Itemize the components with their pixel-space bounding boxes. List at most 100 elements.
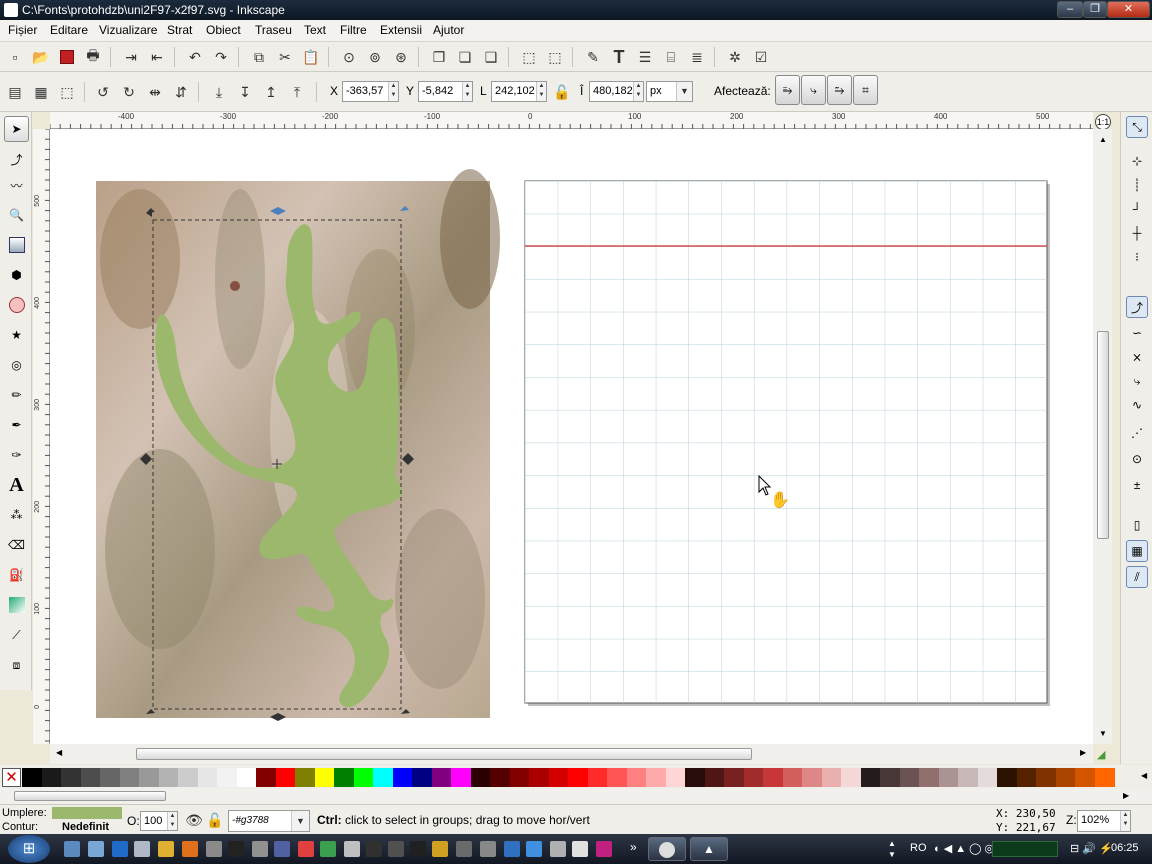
snap-object-centers-icon[interactable]: ⊙ bbox=[1126, 448, 1148, 470]
command-prompt-icon[interactable] bbox=[228, 841, 244, 857]
app-icon[interactable] bbox=[410, 841, 426, 857]
php-icon[interactable] bbox=[274, 841, 290, 857]
color-swatch[interactable] bbox=[997, 768, 1017, 787]
internet-explorer-icon[interactable] bbox=[112, 841, 128, 857]
group-icon[interactable]: ⬚ bbox=[518, 46, 540, 68]
snap-toggle-icon[interactable]: ⤡ bbox=[1126, 116, 1148, 138]
app-icon[interactable] bbox=[572, 841, 588, 857]
color-swatch[interactable] bbox=[646, 768, 666, 787]
color-swatch[interactable] bbox=[821, 768, 842, 787]
rotate-ccw-icon[interactable]: ↺ bbox=[92, 81, 114, 103]
snap-cusp-nodes-icon[interactable]: ⤷ bbox=[1126, 370, 1148, 392]
network-monitor-icon[interactable] bbox=[992, 841, 1058, 857]
app-icon[interactable] bbox=[366, 841, 382, 857]
snap-page-border-icon[interactable]: ▯ bbox=[1126, 514, 1148, 536]
opacity-input[interactable]: 100 ▲ ▼ bbox=[140, 811, 178, 831]
transform-patterns-toggle[interactable]: ⌗ bbox=[853, 75, 878, 105]
tray-icons-right[interactable]: ⊟ 🔊 ⚡ bbox=[1070, 842, 1113, 855]
horizontal-scrollbar[interactable]: ◀ ▶ bbox=[50, 744, 1093, 764]
color-swatch[interactable] bbox=[509, 768, 530, 787]
eraser-tool-icon[interactable]: ⌫ bbox=[4, 532, 29, 558]
y-input[interactable]: -5,842 ▲ ▼ bbox=[418, 81, 473, 102]
dropper-tool-icon[interactable]: ⟋ bbox=[4, 622, 29, 648]
color-swatch[interactable] bbox=[451, 768, 471, 787]
calligraphy-tool-icon[interactable]: ✑ bbox=[4, 442, 29, 468]
zoom-drawing-icon[interactable]: ⊚ bbox=[364, 46, 386, 68]
text-tool-icon[interactable]: A bbox=[4, 472, 29, 498]
taskbar-show-more-button[interactable]: ▲ bbox=[690, 837, 728, 861]
app-icon[interactable] bbox=[550, 841, 566, 857]
rectangle-tool-icon[interactable] bbox=[4, 232, 29, 258]
pencil-tool-icon[interactable]: ✏ bbox=[4, 382, 29, 408]
color-swatch[interactable] bbox=[197, 768, 218, 787]
open-file-icon[interactable]: 📂 bbox=[30, 46, 52, 68]
fill-indicator[interactable] bbox=[52, 807, 122, 819]
clock[interactable]: 06:25 bbox=[1111, 842, 1139, 854]
color-swatch[interactable] bbox=[22, 768, 42, 787]
color-swatch[interactable] bbox=[139, 768, 159, 787]
text-font-icon[interactable]: T bbox=[608, 46, 630, 68]
minimize-button[interactable]: – bbox=[1057, 1, 1083, 18]
rotate-cw-icon[interactable]: ↻ bbox=[118, 81, 140, 103]
color-swatch[interactable] bbox=[1094, 768, 1115, 787]
tweak-tool-icon[interactable]: 〰 bbox=[4, 172, 29, 198]
color-swatch[interactable] bbox=[353, 768, 374, 787]
color-swatch[interactable] bbox=[802, 768, 822, 787]
app-icon[interactable] bbox=[456, 841, 472, 857]
menu-traseu[interactable]: Traseu bbox=[255, 23, 292, 37]
color-swatch[interactable] bbox=[919, 768, 939, 787]
color-swatch[interactable] bbox=[841, 768, 861, 787]
select-all-icon[interactable]: ▤ bbox=[4, 81, 26, 103]
width-input[interactable]: 242,102 ▲ ▼ bbox=[491, 81, 547, 102]
color-swatch[interactable] bbox=[100, 768, 120, 787]
taskbar-scroll-icon[interactable]: ▲ ▼ bbox=[888, 838, 896, 860]
flip-horizontal-icon[interactable]: ⇹ bbox=[144, 81, 166, 103]
snap-intersections-icon[interactable]: ⨯ bbox=[1126, 346, 1148, 368]
close-button[interactable]: ✕ bbox=[1107, 1, 1150, 18]
spiral-tool-icon[interactable]: ◎ bbox=[4, 352, 29, 378]
snap-nodes-icon[interactable]: ⤴ bbox=[1126, 296, 1148, 318]
color-swatch[interactable] bbox=[334, 768, 354, 787]
cut-icon[interactable]: ✂ bbox=[274, 46, 296, 68]
selector-tool-icon[interactable]: ➤ bbox=[4, 116, 29, 142]
color-swatch[interactable] bbox=[470, 768, 491, 787]
color-swatch[interactable] bbox=[860, 768, 881, 787]
raise-icon[interactable]: ↥ bbox=[260, 81, 282, 103]
paste-icon[interactable]: 📋 bbox=[300, 46, 322, 68]
quicklaunch-more-icon[interactable]: » bbox=[630, 840, 637, 854]
color-swatch[interactable] bbox=[763, 768, 783, 787]
drawing-canvas[interactable]: ✋ bbox=[50, 129, 1093, 744]
x-input[interactable]: -363,57 ▲ ▼ bbox=[342, 81, 399, 102]
show-desktop-icon[interactable] bbox=[64, 841, 80, 857]
zoom-selection-icon[interactable]: ⊙ bbox=[338, 46, 360, 68]
unit-select[interactable]: px ▼ bbox=[646, 81, 693, 102]
print-icon[interactable]: 🖶 bbox=[82, 46, 104, 68]
color-swatch[interactable] bbox=[431, 768, 452, 787]
bucket-fill-tool-icon[interactable]: ⛽ bbox=[4, 562, 29, 588]
gradient-tool-icon[interactable] bbox=[4, 592, 29, 618]
color-swatch[interactable] bbox=[938, 768, 959, 787]
menu-vizualizare[interactable]: Vizualizare bbox=[99, 23, 157, 37]
redo-icon[interactable]: ↷ bbox=[210, 46, 232, 68]
zoom-tool-icon[interactable]: 🔍 bbox=[4, 202, 29, 228]
snap-bbox-icon[interactable]: ⊹ bbox=[1126, 150, 1148, 172]
color-swatch[interactable] bbox=[236, 768, 257, 787]
vertical-scrollbar[interactable]: ▲ ▼ bbox=[1093, 129, 1112, 744]
app-icon[interactable] bbox=[388, 841, 404, 857]
scroll-left-icon[interactable]: ◀ bbox=[56, 748, 62, 757]
color-swatch[interactable] bbox=[490, 768, 510, 787]
color-swatch[interactable] bbox=[529, 768, 549, 787]
taskbar-inkscape-button[interactable] bbox=[648, 837, 686, 861]
flip-vertical-icon[interactable]: ⇵ bbox=[170, 81, 192, 103]
color-management-icon[interactable]: ◢ bbox=[1097, 748, 1111, 761]
undo-icon[interactable]: ↶ bbox=[184, 46, 206, 68]
layers-icon[interactable]: ☰ bbox=[634, 46, 656, 68]
color-swatch[interactable] bbox=[899, 768, 920, 787]
palette-scroll-right-icon[interactable]: ▶ bbox=[1123, 791, 1129, 800]
media-icon[interactable] bbox=[298, 841, 314, 857]
horizontal-scroll-thumb[interactable] bbox=[136, 748, 752, 760]
menu-editare[interactable]: Editare bbox=[50, 23, 88, 37]
page-area[interactable] bbox=[524, 180, 1050, 706]
app-icon[interactable] bbox=[504, 841, 520, 857]
3d-box-tool-icon[interactable]: ⬢ bbox=[4, 262, 29, 288]
